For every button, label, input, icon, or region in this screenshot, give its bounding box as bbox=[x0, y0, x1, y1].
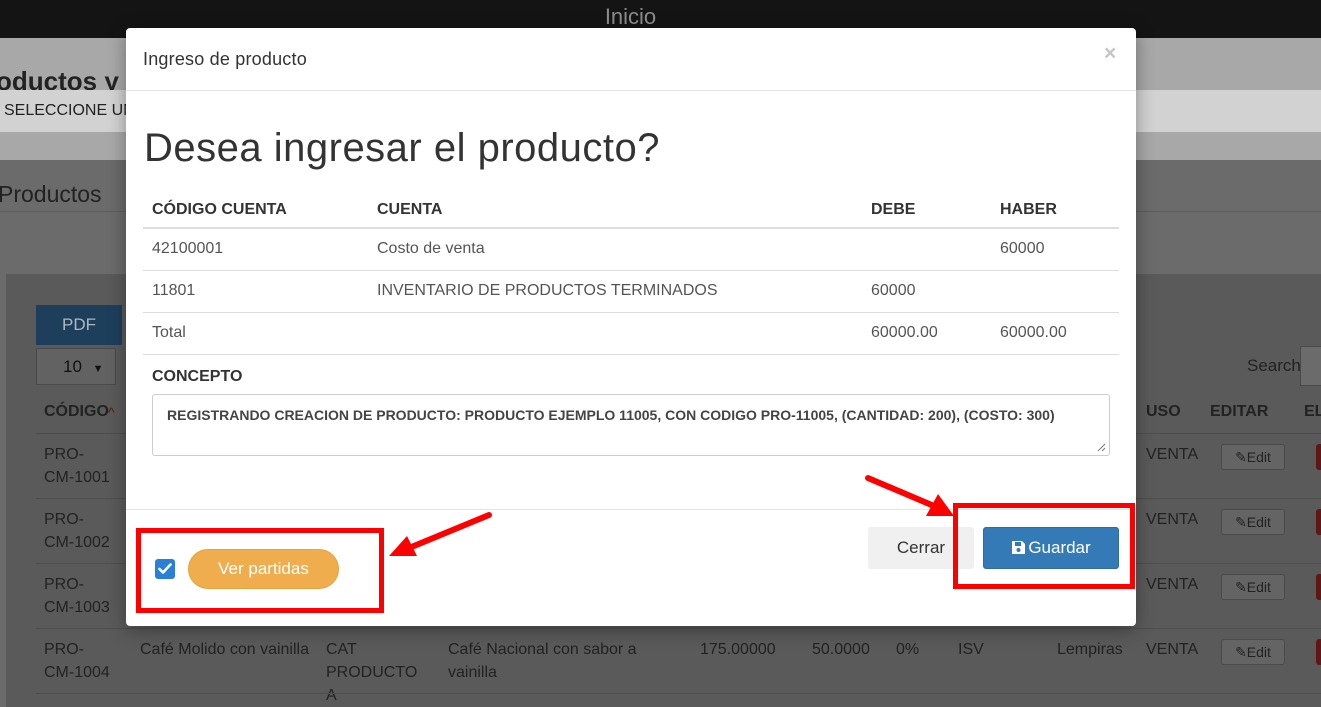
account-code: 42100001 bbox=[143, 228, 368, 271]
table-row-description: Café Nacional con sabor a vainilla bbox=[448, 641, 637, 681]
accounts-table: CÓDIGO CUENTA CUENTA DEBE HABER 42100001… bbox=[143, 193, 1119, 355]
sort-asc-icon: ^ bbox=[108, 404, 115, 420]
table-row-currency: Lempiras bbox=[1057, 641, 1123, 658]
delete-button[interactable] bbox=[1316, 444, 1321, 470]
annotation-box-guardar bbox=[953, 503, 1135, 589]
table-row-uso: VENTA bbox=[1146, 576, 1199, 593]
table-row: 42100001 Costo de venta 60000 bbox=[143, 228, 1119, 271]
page-length-select[interactable]: 10 ▼ bbox=[36, 348, 116, 385]
edit-button[interactable]: ✎Edit bbox=[1221, 639, 1285, 665]
table-row-code: PRO-CM-1004 bbox=[44, 641, 110, 681]
credit-value bbox=[991, 270, 1119, 313]
debit-value: 60000 bbox=[862, 270, 991, 313]
navbar-title[interactable]: Inicio bbox=[0, 4, 1261, 30]
account-code: 11801 bbox=[143, 270, 368, 313]
column-header-uso[interactable]: USO bbox=[1146, 403, 1181, 421]
close-icon[interactable]: × bbox=[1104, 42, 1116, 66]
table-row-uso: VENTA bbox=[1146, 641, 1199, 658]
concepto-textarea[interactable]: REGISTRANDO CREACION DE PRODUCTO: PRODUC… bbox=[152, 394, 1110, 456]
column-header: HABER bbox=[991, 193, 1119, 229]
account-name: Costo de venta bbox=[368, 228, 862, 271]
pdf-button[interactable]: PDF bbox=[36, 305, 122, 345]
table-row-category: CAT PRODUCTO A bbox=[326, 641, 418, 704]
column-header-editar[interactable]: EDITAR bbox=[1210, 403, 1268, 421]
section-title: Productos bbox=[0, 181, 102, 207]
pencil-icon: ✎ bbox=[1235, 514, 1247, 530]
column-header-codigo[interactable]: CÓDIGO bbox=[44, 403, 109, 421]
edit-button[interactable]: ✎Edit bbox=[1221, 574, 1285, 600]
delete-button[interactable] bbox=[1316, 509, 1321, 535]
concepto-label: CONCEPTO bbox=[152, 368, 243, 385]
pencil-icon: ✎ bbox=[1235, 644, 1247, 660]
table-row-code: PRO-CM-1001 bbox=[44, 446, 110, 486]
annotation-box-ver-partidas bbox=[136, 528, 384, 613]
confirm-question: Desea ingresar el producto? bbox=[144, 126, 661, 170]
row-divider bbox=[36, 628, 1321, 629]
table-row-name: Café Molido con vainilla bbox=[140, 641, 309, 658]
column-header: CÓDIGO CUENTA bbox=[143, 193, 368, 229]
table-row-code: PRO-CM-1003 bbox=[44, 576, 110, 616]
select-prompt: SELECCIONE UN bbox=[4, 102, 135, 119]
table-row-price: 175.00000 bbox=[700, 641, 776, 658]
delete-button[interactable] bbox=[1316, 639, 1321, 665]
table-row-discount: 0% bbox=[896, 641, 920, 658]
table-row-uso: VENTA bbox=[1146, 511, 1199, 528]
table-row: 11801 INVENTARIO DE PRODUCTOS TERMINADOS… bbox=[143, 270, 1119, 313]
table-row-code: PRO-CM-1002 bbox=[44, 511, 110, 551]
table-row-uso: VENTA bbox=[1146, 446, 1199, 463]
search-label: Search: bbox=[1247, 356, 1306, 375]
total-credit: 60000.00 bbox=[991, 312, 1119, 355]
page-length-value: 10 bbox=[63, 357, 82, 376]
row-divider bbox=[36, 693, 1321, 694]
edit-button[interactable]: ✎Edit bbox=[1221, 509, 1285, 535]
resize-grip-icon[interactable] bbox=[1096, 442, 1106, 452]
caret-down-icon: ▼ bbox=[92, 363, 104, 375]
delete-button[interactable] bbox=[1316, 574, 1321, 600]
modal-title: Ingreso de producto bbox=[143, 49, 307, 69]
empty-cell bbox=[368, 312, 862, 355]
account-name: INVENTARIO DE PRODUCTOS TERMINADOS bbox=[368, 270, 862, 313]
credit-value: 60000 bbox=[991, 228, 1119, 271]
column-header-eliminar[interactable]: EL bbox=[1304, 403, 1321, 421]
edit-button[interactable]: ✎Edit bbox=[1221, 444, 1285, 470]
modal-header: Ingreso de producto × bbox=[126, 28, 1136, 91]
column-header: DEBE bbox=[862, 193, 991, 229]
pencil-icon: ✎ bbox=[1235, 579, 1247, 595]
total-debit: 60000.00 bbox=[862, 312, 991, 355]
search-input[interactable] bbox=[1300, 346, 1321, 386]
table-row-total: Total 60000.00 60000.00 bbox=[143, 312, 1119, 355]
annotation-arrow-right-icon bbox=[865, 475, 954, 516]
column-header: CUENTA bbox=[368, 193, 862, 229]
table-row-tax: ISV bbox=[958, 641, 984, 658]
annotation-arrow-left-icon bbox=[389, 512, 492, 556]
pencil-icon: ✎ bbox=[1235, 449, 1247, 465]
total-label: Total bbox=[143, 312, 368, 355]
debit-value bbox=[862, 228, 991, 271]
table-row-cost: 50.0000 bbox=[812, 641, 870, 658]
table-header-row: CÓDIGO CUENTA CUENTA DEBE HABER bbox=[143, 193, 1119, 229]
